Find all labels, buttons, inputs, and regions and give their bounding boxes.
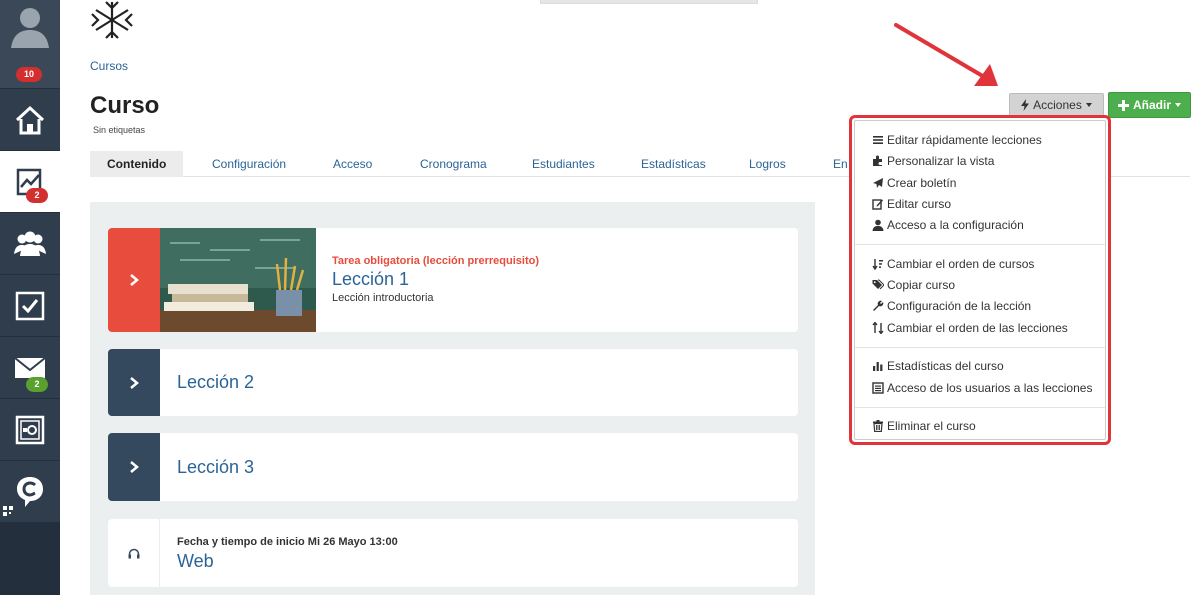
bolt-icon — [1021, 98, 1030, 111]
sidebar-item-courses[interactable]: 2 — [0, 150, 60, 212]
tab-achievements[interactable]: Logros — [749, 151, 786, 177]
menu-item-create-newsletter[interactable]: Crear boletín — [872, 174, 956, 192]
sidebar-item-tasks[interactable] — [0, 274, 60, 336]
sidebar-footer — [0, 506, 60, 595]
sidebar-item-messages[interactable]: 2 — [0, 336, 60, 398]
actions-dropdown-menu: Editar rápidamente lecciones Personaliza… — [849, 115, 1111, 445]
sidebar-item-safe[interactable] — [0, 398, 60, 460]
lesson-card-3[interactable]: Lección 3 — [108, 433, 798, 501]
trash-icon — [873, 420, 883, 432]
tab-settings[interactable]: Configuración — [212, 151, 286, 177]
menu-divider — [855, 244, 1105, 245]
chevron-right-icon — [130, 376, 139, 389]
tags-label: Sin etiquetas — [93, 125, 146, 135]
webinar-title[interactable]: Web — [177, 551, 214, 572]
list-alt-icon — [872, 382, 884, 394]
menu-item-access-settings[interactable]: Acceso a la configuración — [872, 216, 1024, 234]
plus-icon — [1117, 99, 1129, 111]
lesson-card-2[interactable]: Lección 2 — [108, 349, 798, 416]
lesson-1-title[interactable]: Lección 1 — [332, 269, 409, 290]
add-label: Añadir — [1132, 98, 1171, 112]
menu-item-customize-view[interactable]: Personalizar la vista — [872, 152, 994, 170]
chevron-right-icon — [130, 274, 139, 286]
paper-plane-icon — [873, 178, 883, 188]
mail-icon — [14, 356, 46, 378]
sidebar-profile[interactable]: 10 — [0, 0, 60, 88]
menu-item-user-lesson-access[interactable]: Acceso de los usuarios a las lecciones — [872, 379, 1092, 397]
page-title: Curso — [90, 92, 160, 119]
menu-item-lesson-order[interactable]: Cambiar el orden de las lecciones — [872, 319, 1068, 337]
edit-icon — [872, 199, 883, 210]
menu-item-copy-course[interactable]: Copiar curso — [872, 276, 955, 294]
wrench-icon — [873, 300, 884, 311]
lesson-3-title[interactable]: Lección 3 — [177, 457, 254, 478]
user-icon — [872, 219, 884, 231]
home-icon — [15, 105, 45, 134]
messages-badge: 2 — [26, 377, 48, 392]
breadcrumb[interactable]: Cursos — [90, 59, 128, 73]
lesson-3-toggle[interactable] — [108, 433, 160, 501]
add-button[interactable]: Añadir — [1108, 92, 1191, 118]
puzzle-icon — [873, 155, 882, 166]
menu-item-quick-edit-lessons[interactable]: Editar rápidamente lecciones — [872, 131, 1042, 149]
tab-content[interactable]: Contenido — [90, 151, 184, 177]
annotation-arrow-icon — [894, 23, 998, 86]
sort-arrows-icon — [872, 322, 884, 334]
lesson-1-toggle[interactable] — [108, 228, 160, 332]
tags-icon — [872, 279, 884, 290]
menu-divider — [855, 407, 1105, 408]
checkbox-icon — [15, 291, 45, 320]
chevron-right-icon — [130, 461, 139, 473]
tab-more[interactable]: En — [833, 151, 848, 177]
headphones-icon — [128, 548, 139, 558]
lesson-2-title[interactable]: Lección 2 — [177, 372, 254, 393]
users-icon — [14, 231, 46, 256]
lesson-1-thumbnail — [160, 228, 316, 332]
webinar-card[interactable]: Fecha y tiempo de inicio Mi 26 Mayo 13:0… — [108, 519, 798, 587]
chevron-down-icon — [1175, 103, 1181, 107]
actions-dropdown-list: Editar rápidamente lecciones Personaliza… — [854, 120, 1106, 440]
lesson-1-subtitle: Lección introductoria — [332, 292, 434, 304]
menu-item-course-statistics[interactable]: Estadísticas del curso — [872, 357, 1004, 375]
qr-icon[interactable] — [3, 506, 13, 516]
sidebar: 10 2 2 — [0, 0, 60, 595]
sidebar-item-home[interactable] — [0, 88, 60, 150]
tab-access[interactable]: Acceso — [333, 151, 372, 177]
lesson-card-1[interactable]: Tarea obligatoria (lección prerrequisito… — [108, 228, 798, 332]
lesson-2-toggle[interactable] — [108, 349, 160, 416]
list-icon — [873, 136, 883, 144]
menu-item-edit-course[interactable]: Editar curso — [872, 195, 951, 213]
menu-item-course-order[interactable]: Cambiar el orden de cursos — [872, 255, 1034, 273]
sort-icon — [872, 259, 883, 270]
bar-chart-icon — [873, 362, 883, 371]
brand-logo[interactable] — [90, 0, 134, 40]
top-search-bar[interactable] — [540, 0, 758, 4]
menu-item-delete-course[interactable]: Eliminar el curso — [872, 417, 976, 435]
courses-badge: 2 — [26, 188, 48, 203]
tab-schedule[interactable]: Cronograma — [420, 151, 487, 177]
webinar-start-time: Fecha y tiempo de inicio Mi 26 Mayo 13:0… — [177, 536, 398, 548]
webinar-icon-cell — [108, 519, 160, 587]
lessons-panel: Tarea obligatoria (lección prerrequisito… — [90, 202, 815, 595]
notification-badge: 10 — [16, 67, 42, 82]
menu-item-lesson-settings[interactable]: Configuración de la lección — [872, 297, 1031, 315]
menu-divider — [855, 347, 1105, 348]
sidebar-item-users[interactable] — [0, 212, 60, 274]
chevron-down-icon — [1085, 102, 1092, 107]
user-avatar-icon[interactable] — [9, 4, 51, 50]
tab-students[interactable]: Estudiantes — [532, 151, 595, 177]
prerequisite-label: Tarea obligatoria (lección prerrequisito… — [332, 255, 540, 267]
actions-label: Acciones — [1033, 97, 1082, 112]
safe-icon — [15, 415, 45, 444]
tab-statistics[interactable]: Estadísticas — [641, 151, 706, 177]
actions-button[interactable]: Acciones — [1009, 93, 1104, 116]
chat-c-icon — [17, 476, 43, 507]
